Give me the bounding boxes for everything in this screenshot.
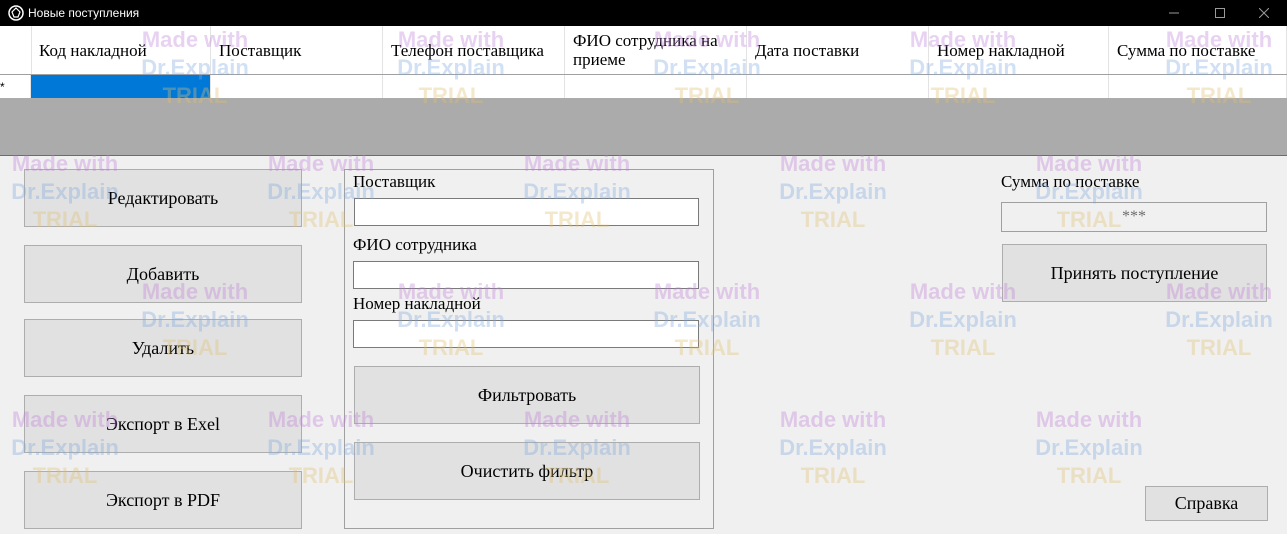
table-cell[interactable] [211, 75, 383, 98]
apply-filter-button[interactable]: Фильтровать [354, 366, 700, 424]
add-button[interactable]: Добавить [24, 245, 302, 303]
column-header-invoice-number[interactable]: Номер накладной [929, 26, 1109, 74]
column-header-supplier-phone[interactable]: Телефон поставщика [383, 26, 565, 74]
watermark-line: Dr.Explain [779, 435, 887, 460]
row-header-corner [0, 26, 32, 74]
trial-watermark: Made with Dr.Explain TRIAL [768, 406, 898, 490]
export-pdf-button[interactable]: Экспорт в PDF [24, 471, 302, 529]
supplier-filter-label: Поставщик [353, 172, 436, 191]
help-button[interactable]: Справка [1145, 486, 1268, 521]
close-icon [1259, 8, 1269, 18]
sum-label: Сумма по поставке [1001, 172, 1140, 191]
table-row[interactable]: * [0, 75, 1287, 98]
export-excel-button[interactable]: Экспорт в Exel [24, 395, 302, 453]
column-header-supplier[interactable]: Поставщик [211, 26, 383, 74]
watermark-line: TRIAL [800, 463, 866, 488]
table-cell[interactable] [929, 75, 1109, 98]
trial-watermark: Made with Dr.Explain TRIAL [768, 150, 898, 234]
column-header-employee[interactable]: ФИО сотрудника на приеме [565, 26, 747, 74]
grid-header: Код накладной Поставщик Телефон поставщи… [0, 26, 1287, 75]
column-header-delivery-date[interactable]: Дата поставки [747, 26, 929, 74]
title-bar: Новые поступления [0, 0, 1287, 26]
table-cell[interactable] [565, 75, 747, 98]
watermark-line: Dr.Explain [1165, 307, 1273, 332]
close-button[interactable] [1241, 0, 1287, 26]
supplier-filter-input[interactable] [354, 198, 699, 226]
watermark-line: Made with [779, 407, 887, 432]
watermark-line: Dr.Explain [909, 307, 1017, 332]
minimize-button[interactable] [1151, 0, 1197, 26]
watermark-line: TRIAL [1056, 463, 1122, 488]
table-cell[interactable] [31, 75, 211, 98]
table-cell[interactable] [1109, 75, 1287, 98]
invoices-grid[interactable]: Код накладной Поставщик Телефон поставщи… [0, 26, 1287, 156]
column-header-sum[interactable]: Сумма по поставке [1109, 26, 1287, 74]
invoice-filter-input[interactable] [353, 320, 699, 348]
edit-button[interactable]: Редактировать [24, 169, 302, 227]
maximize-icon [1215, 8, 1225, 18]
accept-delivery-button[interactable]: Принять поступление [1002, 244, 1267, 302]
watermark-line: Made with [1035, 407, 1143, 432]
watermark-line: TRIAL [800, 207, 866, 232]
trial-watermark: Made with Dr.Explain TRIAL [1024, 406, 1154, 490]
window-title: Новые поступления [28, 6, 140, 20]
table-cell[interactable] [383, 75, 565, 98]
employee-filter-label: ФИО сотрудника [353, 235, 477, 254]
sum-field: *** [1001, 202, 1267, 232]
employee-filter-input[interactable] [353, 261, 699, 289]
clear-filter-button[interactable]: Очистить фильтр [354, 442, 700, 500]
watermark-line: Dr.Explain [779, 179, 887, 204]
invoice-filter-label: Номер накладной [353, 294, 481, 313]
watermark-line: TRIAL [930, 335, 996, 360]
row-header[interactable] [0, 75, 31, 98]
table-cell[interactable] [747, 75, 929, 98]
maximize-button[interactable] [1197, 0, 1243, 26]
watermark-line: TRIAL [1186, 335, 1252, 360]
app-icon [8, 5, 24, 21]
minimize-icon [1169, 12, 1179, 14]
delete-button[interactable]: Удалить [24, 319, 302, 377]
column-header-invoice-code[interactable]: Код накладной [31, 26, 211, 74]
watermark-line: Dr.Explain [1035, 435, 1143, 460]
